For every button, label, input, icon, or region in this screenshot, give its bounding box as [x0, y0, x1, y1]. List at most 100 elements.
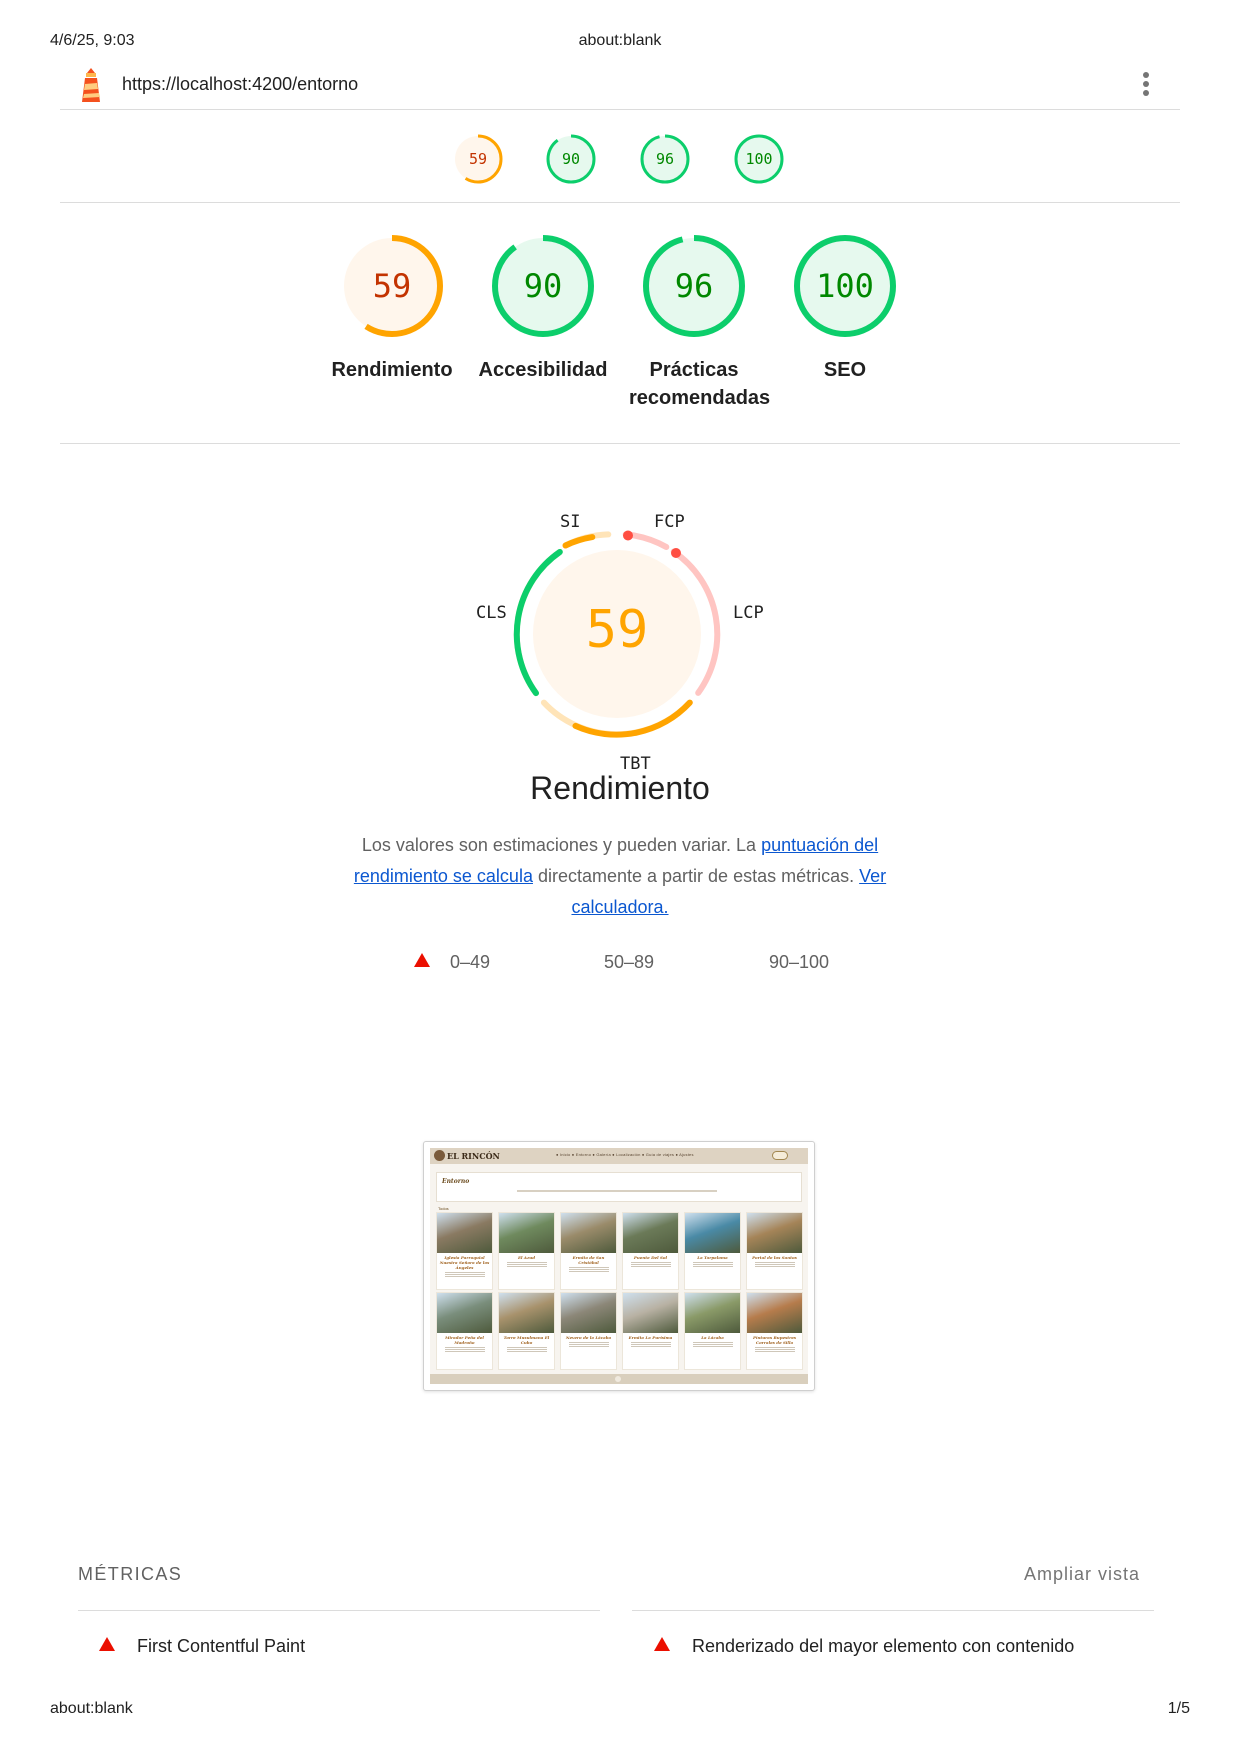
screenshot-section-title: Entorno — [442, 1178, 470, 1185]
gauge-label: Rendimiento — [331, 359, 453, 381]
category-gauge[interactable]: 100 SEO — [780, 234, 910, 384]
screenshot-card-title: Nevero de la Lácaba — [565, 1335, 612, 1340]
screenshot-card-title: Portal de los Santos — [752, 1255, 797, 1260]
report-url[interactable]: https://localhost:4200/entorno — [122, 74, 358, 95]
fcp-marker — [623, 530, 633, 541]
screenshot-card-image — [623, 1213, 678, 1253]
final-screenshot[interactable]: EL RINCÓN ● Inicio ● Entorno ● Galería ●… — [423, 1141, 815, 1391]
screenshot-card-title: Ermita de San Cristóbal — [572, 1255, 605, 1265]
gauge-label: Prácticas recomendadas — [629, 359, 771, 409]
screenshot-card-image — [561, 1293, 616, 1333]
screenshot-text-line — [517, 1190, 717, 1192]
seal-icon — [434, 1150, 445, 1161]
mini-gauge[interactable]: 100 — [733, 133, 785, 185]
metric-name: First Contentful Paint — [137, 1636, 306, 1656]
screenshot-card-text — [568, 1342, 609, 1348]
metrics-header: MÉTRICAS Ampliar vista — [78, 1564, 1140, 1592]
performance-title: Rendimiento — [530, 770, 710, 806]
mini-gauge[interactable]: 96 — [639, 133, 691, 185]
legend-pass-range: 90–100 — [769, 952, 830, 972]
print-footer-url: about:blank — [50, 1700, 133, 1717]
screenshot-card: Portal de los Santos — [746, 1212, 803, 1290]
print-title: about:blank — [578, 32, 662, 49]
screenshot-card-title: Iglesia Parroquial Nuestra Señora de los… — [439, 1255, 490, 1270]
lcp-marker — [671, 548, 681, 558]
screenshot-card-image — [499, 1293, 554, 1333]
mini-gauge-value: 100 — [745, 150, 773, 168]
performance-gauge: SI FCP LCP CLS TBT 59 — [467, 508, 767, 774]
screenshot-toggle — [772, 1151, 788, 1160]
metric-label-si: SI — [560, 512, 581, 532]
screenshot-card: La Lácaba — [684, 1292, 741, 1370]
mini-gauge-value: 90 — [561, 150, 581, 168]
screenshot-subheading: Todos — [438, 1206, 449, 1211]
legend-pass: 90–100 — [769, 952, 829, 973]
divider — [60, 443, 1180, 444]
gauge-value: 96 — [674, 267, 714, 305]
screenshot-card: Iglesia Parroquial Nuestra Señora de los… — [436, 1212, 493, 1290]
screenshot-card-text — [506, 1347, 547, 1353]
kebab-menu-icon[interactable] — [1142, 70, 1150, 100]
fail-triangle-icon — [414, 953, 430, 967]
category-gauge[interactable]: 90 Accesibilidad — [478, 234, 608, 384]
metric-label-cls: CLS — [476, 603, 507, 623]
gauge-value: 100 — [816, 267, 874, 305]
screenshot-card-title: La Tarpaloma — [697, 1255, 728, 1260]
print-header: 4/6/25, 9:03 about:blank — [50, 32, 1190, 52]
screenshot-card: Nevero de la Lácaba — [560, 1292, 617, 1370]
screenshot-card: Mirador Peña del Madroño — [436, 1292, 493, 1370]
category-gauge[interactable]: 96 Prácticas recomendadas — [629, 234, 771, 412]
screenshot-footer — [430, 1374, 808, 1384]
screenshot-card-title: Torre Musulmana El Cubo — [503, 1335, 550, 1345]
screenshot-card-image — [437, 1293, 492, 1333]
gauge-label: Accesibilidad — [478, 359, 608, 381]
fail-triangle-icon — [99, 1637, 115, 1651]
screenshot-card-image — [747, 1293, 802, 1333]
metric-label-fcp: FCP — [654, 512, 685, 532]
expand-view-button[interactable]: Ampliar vista — [1024, 1564, 1140, 1585]
gauge-value: 90 — [523, 267, 563, 305]
screenshot-card-title: El Azud — [517, 1255, 536, 1260]
mini-gauges: 59 90 96 100 — [0, 133, 1240, 185]
description-text: directamente a partir de estas métricas. — [532, 866, 860, 886]
screenshot-card: El Azud — [498, 1212, 555, 1290]
gauge-label: SEO — [823, 359, 867, 381]
screenshot-card: Pinturas Rupestres Corrales de Silla — [746, 1292, 803, 1370]
divider — [60, 202, 1180, 203]
screenshot-card-image — [623, 1293, 678, 1333]
mini-gauge-value: 96 — [655, 150, 675, 168]
fail-triangle-icon — [654, 1637, 670, 1651]
screenshot-card-text — [692, 1262, 733, 1268]
screenshot-card-title: Puente Del Sol — [633, 1255, 668, 1260]
screenshot-card-image — [561, 1213, 616, 1253]
screenshot-logo-text: EL RINCÓN — [447, 1151, 500, 1161]
metric-row-fcp: First Contentful Paint — [99, 1636, 305, 1657]
mini-gauge[interactable]: 59 — [452, 133, 504, 185]
gauge-ring: 59 — [340, 234, 444, 338]
si-arc — [562, 534, 596, 549]
screenshot-card: Puente Del Sol — [622, 1212, 679, 1290]
screenshot-card-title: Pinturas Rupestres Corrales de Silla — [752, 1335, 797, 1345]
screenshot-navbar: EL RINCÓN ● Inicio ● Entorno ● Galería ●… — [430, 1148, 808, 1164]
screenshot-card-text — [754, 1262, 795, 1268]
metric-row-lcp: Renderizado del mayor elemento con conte… — [654, 1636, 1074, 1657]
screenshot-card: Ermita La Purísima — [622, 1292, 679, 1370]
metric-label-lcp: LCP — [733, 603, 764, 623]
category-gauge[interactable]: 59 Rendimiento — [327, 234, 457, 384]
metrics-title: MÉTRICAS — [78, 1564, 183, 1584]
mini-gauge[interactable]: 90 — [545, 133, 597, 185]
divider — [632, 1610, 1154, 1611]
screenshot-card-image — [499, 1213, 554, 1253]
screenshot-card-text — [444, 1272, 485, 1278]
legend-fail-range: 0–49 — [450, 952, 491, 972]
screenshot-card: Ermita de San Cristóbal — [560, 1212, 617, 1290]
screenshot-card-image — [437, 1213, 492, 1253]
gauge-value: 59 — [372, 267, 412, 305]
screenshot-card-image — [685, 1213, 740, 1253]
gauge-ring: 100 — [793, 234, 897, 338]
screenshot-card: La Tarpaloma — [684, 1212, 741, 1290]
screenshot-card-text — [444, 1347, 485, 1353]
screenshot-card-text — [754, 1347, 795, 1353]
screenshot-card: Torre Musulmana El Cubo — [498, 1292, 555, 1370]
gauge-ring: 90 — [491, 234, 595, 338]
